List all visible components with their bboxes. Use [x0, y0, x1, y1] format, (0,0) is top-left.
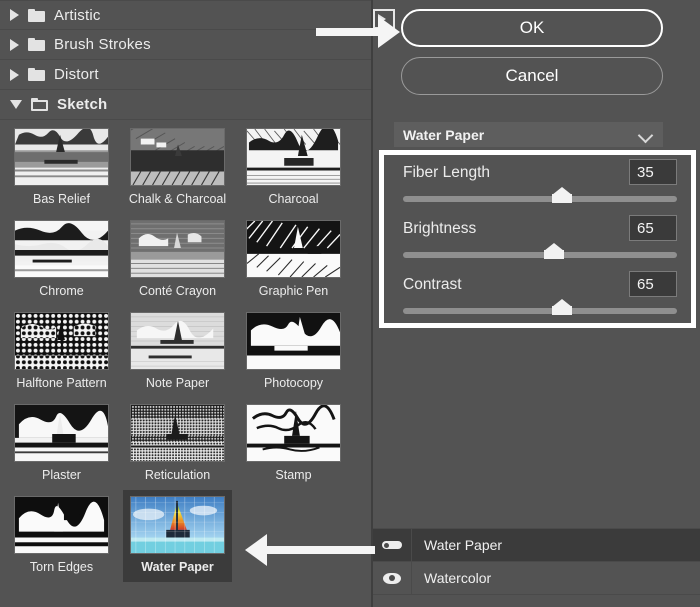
- slider-thumb[interactable]: [543, 243, 564, 259]
- filter-thumbnail-charcoal[interactable]: Charcoal: [239, 122, 348, 214]
- eye-open-icon: [382, 540, 402, 551]
- thumbnail-label: Chrome: [39, 284, 84, 298]
- thumbnail-preview-image: [246, 220, 341, 278]
- parameter-value-input[interactable]: 65: [629, 215, 677, 241]
- ok-button[interactable]: OK: [401, 9, 663, 47]
- thumbnail-preview-image: [14, 128, 109, 186]
- thumbnail-preview-image: [130, 496, 225, 554]
- thumbnail-label: Chalk & Charcoal: [128, 192, 227, 206]
- filter-gallery-dialog: Artistic Brush Strokes Distort Sketch Ba…: [0, 0, 700, 607]
- ok-button-label: OK: [519, 18, 545, 37]
- thumbnail-label: Stamp: [275, 468, 312, 482]
- effect-layer-label: Water Paper: [424, 537, 503, 553]
- triangle-down-icon[interactable]: [10, 100, 22, 109]
- parameter-label: Brightness: [403, 220, 477, 237]
- folder-closed-icon: [28, 68, 45, 81]
- cancel-button-label: Cancel: [505, 66, 559, 85]
- category-label: Artistic: [54, 6, 101, 24]
- thumbnail-preview-image: [246, 128, 341, 186]
- folder-closed-icon: [28, 8, 45, 22]
- parameter-value-input[interactable]: 35: [629, 159, 677, 185]
- parameter-brightness: Brightness 65: [384, 211, 691, 267]
- panel-collapse-toggle-icon[interactable]: [373, 9, 395, 29]
- thumbnail-label: Graphic Pen: [258, 284, 329, 298]
- category-label: Sketch: [57, 96, 108, 113]
- filter-thumbnail-bas-relief[interactable]: Bas Relief: [7, 122, 116, 214]
- slider-thumb[interactable]: [551, 187, 572, 203]
- thumbnail-preview-image: [130, 312, 225, 370]
- thumbnail-preview-image: [246, 312, 341, 370]
- category-label: Distort: [54, 66, 99, 83]
- filter-thumbnail-halftone-pattern[interactable]: Halftone Pattern: [7, 306, 116, 398]
- category-row-sketch[interactable]: Sketch: [0, 90, 372, 120]
- filter-thumbnail-plaster[interactable]: Plaster: [7, 398, 116, 490]
- contrast-slider[interactable]: [403, 299, 677, 315]
- category-row-brush-strokes[interactable]: Brush Strokes: [0, 30, 372, 60]
- filter-thumbnail-torn-edges[interactable]: Torn Edges: [7, 490, 116, 582]
- folder-open-icon: [31, 98, 48, 111]
- thumbnail-label: Reticulation: [144, 468, 211, 482]
- filter-thumbnail-photocopy[interactable]: Photocopy: [239, 306, 348, 398]
- filter-thumbnail-reticulation[interactable]: Reticulation: [123, 398, 232, 490]
- triangle-right-icon[interactable]: [10, 68, 19, 81]
- eye-open-icon: [383, 572, 401, 584]
- triangle-right-icon[interactable]: [10, 9, 19, 21]
- filter-select-dropdown[interactable]: Water Paper: [394, 122, 663, 147]
- filter-thumbnail-grid: Bas Relief Chalk & Charcoal Charcoal Chr…: [0, 122, 372, 582]
- thumbnail-label: Torn Edges: [29, 560, 94, 574]
- thumbnail-label: Photocopy: [263, 376, 324, 390]
- thumbnail-preview-image: [14, 220, 109, 278]
- thumbnail-preview-image: [14, 404, 109, 462]
- category-label: Brush Strokes: [54, 36, 151, 53]
- thumbnail-label: Plaster: [42, 468, 81, 482]
- filter-thumbnail-chrome[interactable]: Chrome: [7, 214, 116, 306]
- visibility-toggle[interactable]: [373, 529, 412, 561]
- thumbnail-label: Water Paper: [141, 560, 214, 574]
- filter-settings-panel: OK Cancel Water Paper Fiber Length 35 Br…: [373, 0, 700, 607]
- filter-thumbnail-water-paper[interactable]: Water Paper: [123, 490, 232, 582]
- brightness-slider[interactable]: [403, 243, 677, 259]
- thumbnail-preview-image: [14, 496, 109, 554]
- filter-parameters-group: Fiber Length 35 Brightness 65 Contrast 6…: [379, 150, 696, 328]
- filter-category-list: Artistic Brush Strokes Distort Sketch: [0, 0, 372, 120]
- thumbnail-label: Conté Crayon: [138, 284, 217, 298]
- thumbnail-label: Charcoal: [268, 192, 319, 206]
- slider-thumb[interactable]: [551, 299, 572, 315]
- filter-thumbnail-conte-crayon[interactable]: Conté Crayon: [123, 214, 232, 306]
- category-row-distort[interactable]: Distort: [0, 60, 372, 90]
- parameter-value-input[interactable]: 65: [629, 271, 677, 297]
- folder-closed-icon: [28, 38, 45, 51]
- thumbnail-preview-image: [130, 404, 225, 462]
- thumbnail-label: Bas Relief: [33, 192, 90, 206]
- category-row-artistic[interactable]: Artistic: [0, 0, 372, 30]
- filter-thumbnail-stamp[interactable]: Stamp: [239, 398, 348, 490]
- thumbnail-label: Halftone Pattern: [16, 376, 107, 390]
- parameter-label: Contrast: [403, 276, 462, 293]
- cancel-button[interactable]: Cancel: [401, 57, 663, 95]
- thumbnail-preview-image: [130, 220, 225, 278]
- visibility-toggle[interactable]: [373, 562, 412, 594]
- parameter-label: Fiber Length: [403, 164, 491, 181]
- chevron-down-icon: [637, 127, 654, 144]
- effect-layer-water-paper[interactable]: Water Paper: [373, 529, 700, 562]
- thumbnail-preview-image: [246, 404, 341, 462]
- filter-thumbnail-graphic-pen[interactable]: Graphic Pen: [239, 214, 348, 306]
- fiber-length-slider[interactable]: [403, 187, 677, 203]
- filter-select-value: Water Paper: [403, 126, 485, 143]
- filter-thumbnail-chalk-charcoal[interactable]: Chalk & Charcoal: [123, 122, 232, 214]
- thumbnail-label: Note Paper: [145, 376, 210, 390]
- thumbnail-preview-image: [14, 312, 109, 370]
- effect-layer-label: Watercolor: [424, 570, 492, 586]
- effect-layer-watercolor[interactable]: Watercolor: [373, 562, 700, 595]
- parameter-fiber-length: Fiber Length 35: [384, 155, 691, 211]
- thumbnail-preview-image: [130, 128, 225, 186]
- filter-thumbnail-note-paper[interactable]: Note Paper: [123, 306, 232, 398]
- filter-category-panel: Artistic Brush Strokes Distort Sketch Ba…: [0, 0, 372, 607]
- filter-effect-stack: Water Paper Watercolor: [373, 528, 700, 595]
- triangle-right-icon[interactable]: [10, 38, 19, 51]
- parameter-contrast: Contrast 65: [384, 267, 691, 323]
